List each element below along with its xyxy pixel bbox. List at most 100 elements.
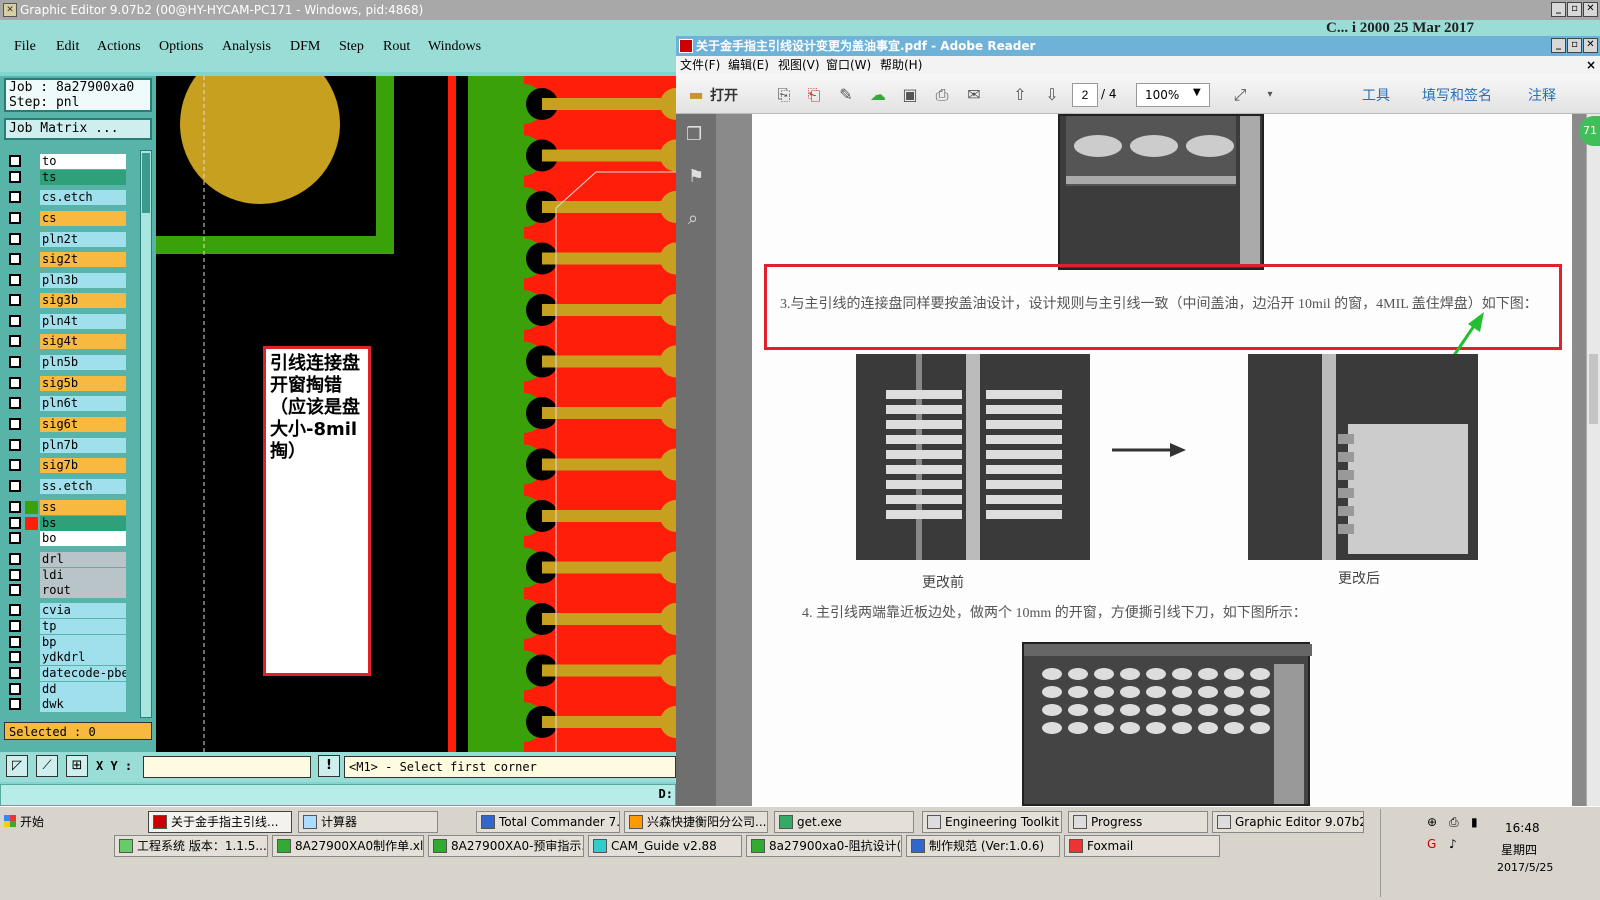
- layer-checkbox[interactable]: [9, 233, 21, 245]
- layer-checkbox[interactable]: [9, 356, 21, 368]
- page-number-input[interactable]: [1072, 83, 1098, 107]
- layer-checkbox[interactable]: [9, 315, 21, 327]
- save-icon[interactable]: ▣: [898, 84, 922, 106]
- layer-row-dd[interactable]: dd: [6, 682, 126, 697]
- menu-file[interactable]: File: [14, 39, 36, 55]
- taskbar-button[interactable]: 8a27900xa0-阻抗设计(...: [746, 835, 902, 857]
- layer-checkbox[interactable]: [9, 569, 21, 581]
- layer-row-pln3b[interactable]: pln3b: [6, 273, 126, 288]
- layer-row-bs[interactable]: bs: [6, 516, 126, 531]
- comment-tab[interactable]: 注释: [1528, 85, 1556, 105]
- grid-tool-icon[interactable]: ⊞: [66, 755, 88, 777]
- pcb-canvas[interactable]: 引线连接盘开窗掏错（应该是盘大小-8mil掏）: [156, 76, 676, 752]
- layer-checkbox[interactable]: [9, 155, 21, 167]
- layer-list-scrollbar[interactable]: [140, 150, 152, 718]
- layer-checkbox[interactable]: [9, 335, 21, 347]
- tray-device-icon[interactable]: ⎙: [1449, 815, 1459, 830]
- layer-row-pln4t[interactable]: pln4t: [6, 314, 126, 329]
- layer-row-datecode-pbe[interactable]: datecode-pbe: [6, 666, 126, 681]
- reader-menu-help[interactable]: 帮助(H): [880, 56, 922, 74]
- document-area[interactable]: 3.与主引线的连接盘同样要按盖油设计，设计规则与主引线一致（中间盖油，边沿开 1…: [716, 114, 1600, 806]
- layer-checkbox[interactable]: [9, 171, 21, 183]
- layer-row-ss-etch[interactable]: ss.etch: [6, 479, 126, 494]
- email-icon[interactable]: ✉: [962, 84, 986, 106]
- layer-row-to[interactable]: to: [6, 154, 126, 169]
- layer-row-drl[interactable]: drl: [6, 552, 126, 567]
- layer-row-sig3b[interactable]: sig3b: [6, 293, 126, 308]
- layer-row-cvia[interactable]: cvia: [6, 603, 126, 618]
- taskbar-button[interactable]: 关于金手指主引线...: [148, 811, 292, 833]
- layer-row-bo[interactable]: bo: [6, 531, 126, 546]
- taskbar-button[interactable]: Foxmail: [1064, 835, 1220, 857]
- reader-menu-edit[interactable]: 编辑(E): [728, 56, 769, 74]
- layer-checkbox[interactable]: [9, 212, 21, 224]
- layer-row-bp[interactable]: bp: [6, 635, 126, 650]
- print-icon[interactable]: ⎙: [930, 84, 954, 106]
- close-button[interactable]: ✕: [1583, 2, 1598, 17]
- reader-minimize-button[interactable]: _: [1551, 38, 1566, 53]
- alert-icon[interactable]: !: [318, 755, 340, 777]
- taskbar-button[interactable]: 8A27900XA0-预审指示....: [428, 835, 584, 857]
- taskbar-button[interactable]: 8A27900XA0制作单.xls ...: [272, 835, 424, 857]
- page-down-icon[interactable]: ⇩: [1040, 84, 1064, 106]
- zoom-tool-icon[interactable]: ◸: [6, 755, 28, 777]
- layer-row-ydkdrl[interactable]: ydkdrl: [6, 650, 126, 665]
- layer-checkbox[interactable]: [9, 683, 21, 695]
- layer-row-sig6t[interactable]: sig6t: [6, 417, 126, 432]
- fullscreen-icon[interactable]: ⤢: [1228, 84, 1252, 106]
- taskbar-button[interactable]: Total Commander 7.0 ...: [476, 811, 620, 833]
- tray-app-icon[interactable]: G: [1427, 837, 1436, 851]
- layer-row-cs-etch[interactable]: cs.etch: [6, 190, 126, 205]
- layer-row-tp[interactable]: tp: [6, 619, 126, 634]
- tray-network-icon[interactable]: ⊕: [1427, 815, 1437, 829]
- maximize-button[interactable]: ▫: [1567, 2, 1582, 17]
- reader-maximize-button[interactable]: ▫: [1567, 38, 1582, 53]
- layer-row-sig4t[interactable]: sig4t: [6, 334, 126, 349]
- layer-checkbox[interactable]: [9, 667, 21, 679]
- pages-panel-icon[interactable]: ❐: [686, 124, 702, 145]
- taskbar-button[interactable]: Engineering Toolkit 9.0...: [922, 811, 1062, 833]
- menu-actions[interactable]: Actions: [97, 39, 141, 55]
- layer-row-sig7b[interactable]: sig7b: [6, 458, 126, 473]
- start-button[interactable]: 开始: [2, 811, 54, 833]
- taskbar-button[interactable]: get.exe: [774, 811, 914, 833]
- reader-menu-close-icon[interactable]: ×: [1586, 56, 1596, 74]
- page-up-icon[interactable]: ⇧: [1008, 84, 1032, 106]
- zoom-select[interactable]: 100% ▼: [1136, 83, 1210, 107]
- layer-row-pln5b[interactable]: pln5b: [6, 355, 126, 370]
- layer-checkbox[interactable]: [9, 517, 21, 529]
- create-pdf-icon[interactable]: ⎘: [772, 84, 796, 106]
- taskbar-button[interactable]: Progress: [1068, 811, 1208, 833]
- bookmark-icon[interactable]: ⚑: [688, 166, 704, 187]
- open-button[interactable]: 打开: [710, 85, 738, 105]
- layer-checkbox[interactable]: [9, 620, 21, 632]
- taskbar-button[interactable]: 兴森快捷衡阳分公司...: [624, 811, 768, 833]
- layer-row-ldi[interactable]: ldi: [6, 568, 126, 583]
- job-matrix-button[interactable]: Job Matrix ...: [4, 118, 152, 140]
- menu-dfm[interactable]: DFM: [290, 39, 320, 55]
- layer-checkbox[interactable]: [9, 532, 21, 544]
- edit-icon[interactable]: ✎: [834, 84, 858, 106]
- menu-step[interactable]: Step: [339, 39, 364, 55]
- reader-close-button[interactable]: ✕: [1583, 38, 1598, 53]
- layer-checkbox[interactable]: [9, 253, 21, 265]
- upload-icon[interactable]: ☁: [866, 84, 890, 106]
- layer-checkbox[interactable]: [9, 377, 21, 389]
- layer-checkbox[interactable]: [9, 418, 21, 430]
- attachment-icon[interactable]: ⌕: [688, 208, 698, 229]
- toolbar-more-icon[interactable]: ▾: [1258, 84, 1282, 106]
- layer-checkbox[interactable]: [9, 191, 21, 203]
- menu-analysis[interactable]: Analysis: [222, 39, 271, 55]
- layer-row-dwk[interactable]: dwk: [6, 697, 126, 712]
- layer-checkbox[interactable]: [9, 636, 21, 648]
- menu-windows[interactable]: Windows: [428, 39, 481, 55]
- layer-row-pln7b[interactable]: pln7b: [6, 438, 126, 453]
- tools-tab[interactable]: 工具: [1362, 85, 1390, 105]
- reader-menu-window[interactable]: 窗口(W): [826, 56, 871, 74]
- taskbar-button[interactable]: 计算器: [298, 811, 438, 833]
- layer-row-sig5b[interactable]: sig5b: [6, 376, 126, 391]
- menu-edit[interactable]: Edit: [56, 39, 79, 55]
- tray-volume-icon[interactable]: ♪: [1449, 837, 1457, 851]
- layer-checkbox[interactable]: [9, 274, 21, 286]
- menu-rout[interactable]: Rout: [383, 39, 410, 55]
